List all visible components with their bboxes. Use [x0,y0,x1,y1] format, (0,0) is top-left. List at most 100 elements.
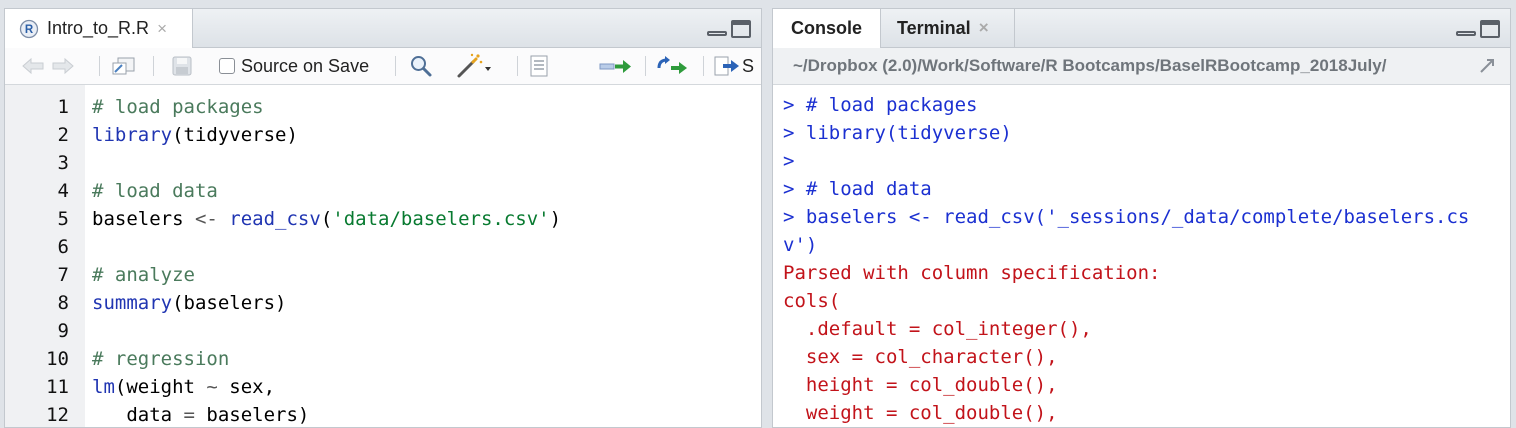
source-on-save-label: Source on Save [241,55,370,76]
code-token: ~ [206,376,218,398]
working-directory-path: ~/Dropbox (2.0)/Work/Software/R Bootcamp… [793,56,1387,75]
console-output-line: height = col_double(), [783,374,1058,396]
code-line[interactable]: # regression [92,345,229,373]
code-token: # load packages [92,96,264,118]
code-token: (baselers) [172,292,287,314]
code-line[interactable]: # analyze [92,261,195,289]
code-line[interactable]: summary(baselers) [92,289,286,317]
code-token: ( [320,208,333,230]
go-back-icon[interactable] [21,48,45,84]
r-file-icon: R [19,19,39,38]
code-line[interactable]: data = baselers) [92,401,310,427]
code-line[interactable]: lm(weight ~ sex, [92,373,275,401]
toolbar-separator [395,56,396,76]
toolbar-separator [517,56,518,76]
search-icon[interactable] [409,48,433,84]
source-label: S [742,55,755,76]
console-input-line: > # load data [783,178,932,200]
console-input-line: v') [783,234,818,256]
console-input-line: > # load packages [783,94,978,116]
svg-text:R: R [25,24,34,36]
editor-tab-title: Intro_to_R.R [47,18,150,38]
working-directory-bar: ~/Dropbox (2.0)/Work/Software/R Bootcamp… [773,48,1510,85]
tab-console[interactable]: Console [773,9,881,48]
minimize-pane-icon[interactable] [1456,20,1476,38]
maximize-pane-icon[interactable] [1480,20,1500,38]
compile-report-icon[interactable] [529,48,549,84]
console-pane: Console Terminal × ~/Dropbox (2.0)/Work/… [772,8,1511,428]
line-number: 7 [57,264,69,286]
code-token: # analyze [92,264,195,286]
console-tab-bar: Console Terminal × [773,9,1510,48]
code-line[interactable]: # load data [92,177,218,205]
code-token: lm [92,376,115,398]
line-number: 9 [57,320,69,342]
source-editor-pane: R Intro_to_R.R × Source on Save S 1 # lo… [4,8,762,428]
console-output-line: cols( [783,290,841,312]
code-token: = [183,404,195,426]
editor-toolbar: Source on Save S [5,48,761,85]
line-number: 5 [57,208,69,230]
tab-terminal-label: Terminal [897,17,971,38]
console-input-line: > baselers <- read_csv('_sessions/_data/… [783,206,1470,228]
code-token: baselers) [194,404,310,426]
toolbar-separator [153,56,154,76]
editor-window-buttons [707,20,751,38]
code-token: data [92,404,184,426]
console-output-line: weight = col_double(), [783,402,1058,424]
minimize-pane-icon[interactable] [707,20,727,38]
line-number: 1 [57,96,69,118]
code-token: (weight [114,376,207,398]
close-terminal-icon[interactable]: × [979,18,989,38]
code-token: read_csv [229,208,321,230]
code-line[interactable]: # load packages [92,93,264,121]
toolbar-separator [703,56,704,76]
code-token: <- [194,208,218,230]
source-icon [714,56,739,76]
source-on-save-checkbox[interactable] [219,58,235,74]
run-line-icon[interactable] [599,48,633,84]
code-token: summary [92,292,173,314]
line-number: 2 [57,124,69,146]
source-button[interactable]: S [713,48,754,84]
code-line[interactable]: baselers <- read_csv('data/baselers.csv'… [92,205,561,233]
console-output-line: sex = col_character(), [783,346,1058,368]
show-in-window-icon[interactable] [111,48,137,84]
console-input-line: > library(tidyverse) [783,122,1012,144]
toolbar-separator [99,56,100,76]
rerun-icon[interactable] [655,48,689,84]
line-number: 10 [46,348,69,370]
console-output-line: Parsed with column specification: [783,262,1161,284]
code-token: sex, [217,376,276,398]
code-token: # regression [92,348,230,370]
code-token: library [92,124,173,146]
code-token: # load data [92,180,218,202]
maximize-pane-icon[interactable] [731,20,751,38]
close-tab-icon[interactable]: × [157,19,167,39]
go-forward-icon[interactable] [51,48,75,84]
toolbar-separator [645,56,646,76]
save-icon[interactable] [171,48,193,84]
console-input-line: > [783,150,795,172]
line-number: 12 [46,404,69,426]
line-number: 11 [46,376,69,398]
go-to-directory-icon[interactable] [1479,58,1501,74]
line-number: 3 [57,152,69,174]
code-tools-wand-icon[interactable] [455,48,493,84]
line-number: 4 [57,180,69,202]
code-line[interactable]: library(tidyverse) [92,121,298,149]
line-number: 8 [57,292,69,314]
code-token: (tidyverse) [172,124,298,146]
code-token: baselers [92,208,195,230]
console-window-buttons [1456,20,1500,38]
editor-tab[interactable]: R Intro_to_R.R × [5,9,193,48]
tab-console-label: Console [790,18,862,38]
source-on-save-toggle[interactable]: Source on Save [219,48,369,84]
code-token: ) [549,208,562,230]
line-number: 6 [57,236,69,258]
console-output-line: .default = col_integer(), [783,318,1092,340]
tab-terminal[interactable]: Terminal × [881,9,1015,47]
editor-tab-bar: R Intro_to_R.R × [5,9,761,48]
code-token: 'data/baselers.csv' [332,208,550,230]
